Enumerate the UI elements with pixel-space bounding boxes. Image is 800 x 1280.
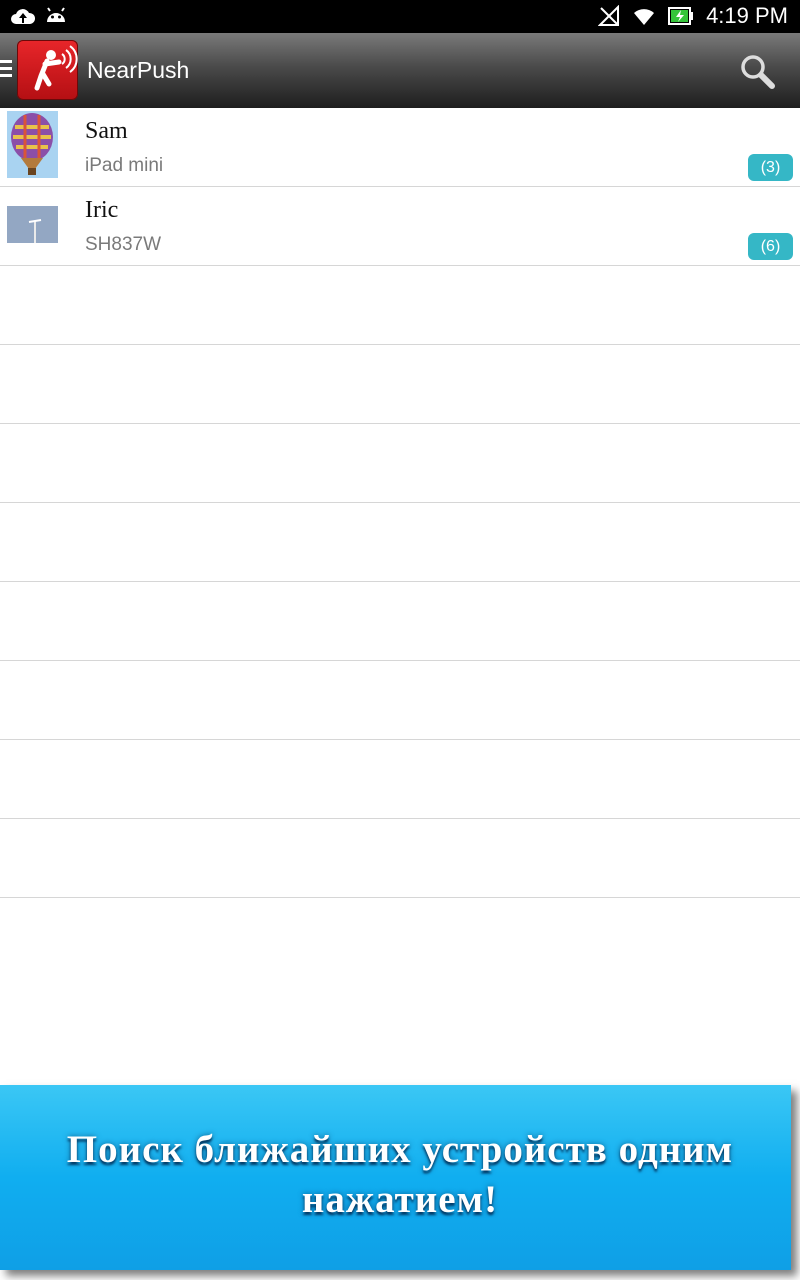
list-item[interactable]: Sam iPad mini (3)	[0, 108, 800, 187]
device-owner-name: Iric	[85, 197, 119, 223]
empty-list-item	[0, 503, 800, 582]
status-bar: 4:19 PM	[0, 0, 800, 33]
device-model: SH837W	[85, 234, 162, 255]
avatar	[7, 206, 58, 243]
status-time: 4:19 PM	[706, 3, 788, 28]
empty-list-item	[0, 582, 800, 661]
cloud-upload-icon	[11, 9, 36, 24]
device-list: Sam iPad mini (3) Iric SH837W (6)	[0, 108, 800, 898]
app-title: NearPush	[87, 57, 190, 83]
no-signal-icon	[598, 5, 620, 26]
app-logo-icon[interactable]	[17, 40, 78, 100]
empty-list-item	[0, 424, 800, 503]
promo-line-2: нажатием!	[301, 1178, 499, 1221]
device-owner-name: Sam	[85, 118, 128, 144]
empty-list-item	[0, 819, 800, 898]
count-badge: (6)	[748, 233, 793, 260]
count-badge: (3)	[748, 154, 793, 181]
device-model: iPad mini	[85, 155, 164, 176]
promo-line-1: Поиск ближайших устройств одним	[66, 1128, 734, 1171]
empty-list-item	[0, 740, 800, 819]
avatar	[7, 111, 58, 178]
empty-list-item	[0, 661, 800, 740]
list-item[interactable]: Iric SH837W (6)	[0, 187, 800, 266]
wifi-icon	[634, 9, 655, 25]
empty-list-item	[0, 266, 800, 345]
search-icon[interactable]	[738, 52, 778, 92]
empty-list-item	[0, 345, 800, 424]
android-icon	[47, 7, 65, 22]
promo-banner: Поиск ближайших устройств одним нажатием…	[0, 1085, 791, 1270]
menu-icon[interactable]	[0, 60, 12, 81]
promo-text: Поиск ближайших устройств одним нажатием…	[0, 1125, 800, 1225]
battery-charging-icon	[668, 7, 694, 25]
